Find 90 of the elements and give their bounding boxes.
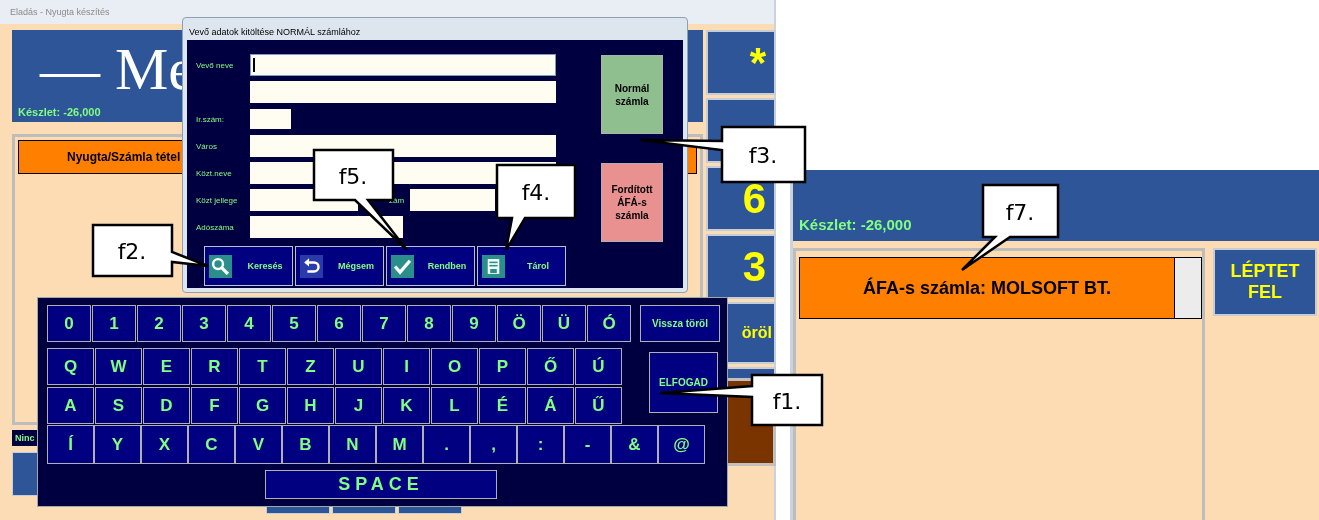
keyboard-key[interactable]: Z <box>287 348 334 385</box>
keyboard-key[interactable]: Ú <box>575 348 622 385</box>
keyboard-key[interactable]: 3 <box>182 305 226 342</box>
keyboard-key[interactable]: É <box>479 387 526 424</box>
keyboard-key[interactable]: & <box>611 425 658 464</box>
stock-label: Készlet: -26,000 <box>18 106 101 118</box>
keyboard-key[interactable]: : <box>517 425 564 464</box>
invoice-type-button[interactable]: Fordított ÁFÁ-s számla <box>601 163 663 242</box>
keyboard-key[interactable]: - <box>564 425 611 464</box>
keyboard-key[interactable]: Ő <box>527 348 574 385</box>
field-label: Ir.szám: <box>196 114 225 124</box>
keyboard-key[interactable]: E <box>143 348 190 385</box>
keyboard-key[interactable]: X <box>141 425 188 464</box>
scroll-cell <box>1175 258 1201 318</box>
keyboard-key[interactable]: O <box>431 348 478 385</box>
check-icon <box>391 254 414 278</box>
keyboard-key[interactable]: M <box>376 425 423 464</box>
keyboard-key[interactable]: Q <box>47 348 94 385</box>
input-field[interactable] <box>410 189 496 211</box>
action-button[interactable]: Rendben <box>386 246 475 286</box>
action-button[interactable]: Mégsem <box>295 246 384 286</box>
keyboard-key[interactable]: 5 <box>272 305 316 342</box>
keyboard-key[interactable]: 7 <box>362 305 406 342</box>
floppy-icon <box>482 254 505 278</box>
keyboard-key[interactable]: H <box>287 387 334 424</box>
action-button[interactable]: Keresés <box>204 246 293 286</box>
keyboard-key[interactable]: Ü <box>542 305 586 342</box>
list-header: ÁFA-s számla: MOLSOFT BT. <box>800 258 1176 318</box>
field-label: Város <box>196 141 218 151</box>
keyboard-key[interactable]: @ <box>658 425 705 464</box>
keyboard-key[interactable]: T <box>239 348 286 385</box>
search-icon <box>209 254 232 278</box>
keyboard-key[interactable]: B <box>282 425 329 464</box>
keyboard-key[interactable]: 0 <box>47 305 91 342</box>
keyboard-key[interactable]: . <box>423 425 470 464</box>
field-label: Adószáma <box>196 222 235 232</box>
input-field[interactable] <box>250 216 403 238</box>
keyboard-key[interactable]: 9 <box>452 305 496 342</box>
keyboard-key[interactable]: G <box>239 387 286 424</box>
keyboard-key[interactable]: S <box>95 387 142 424</box>
keyboard-key[interactable]: 4 <box>227 305 271 342</box>
callout-label: f1. <box>772 389 802 414</box>
keyboard-key[interactable]: Ű <box>575 387 622 424</box>
keyboard-key[interactable]: Ö <box>497 305 541 342</box>
keyboard-key[interactable]: Í <box>47 425 94 464</box>
keyboard-key[interactable]: 6 <box>317 305 361 342</box>
enter-key[interactable]: ELFOGAD <box>649 352 718 413</box>
keyboard-key[interactable]: , <box>470 425 517 464</box>
stock-label: Készlet: -26,000 <box>799 216 912 233</box>
keyboard-key[interactable]: K <box>383 387 430 424</box>
keyboard-key[interactable]: N <box>329 425 376 464</box>
field-label: Közt jellege <box>196 195 239 205</box>
keyboard-key[interactable]: Ó <box>587 305 631 342</box>
status-text: Ninc <box>12 430 38 446</box>
input-field[interactable] <box>250 109 291 129</box>
callout-label: f7. <box>1005 200 1035 225</box>
keyboard-key[interactable]: F <box>191 387 238 424</box>
keyboard-key[interactable]: P <box>479 348 526 385</box>
keyboard-key[interactable]: Á <box>527 387 574 424</box>
keyboard-key[interactable]: 1 <box>92 305 136 342</box>
keyboard-key[interactable]: V <box>235 425 282 464</box>
invoice-type-button[interactable]: Normál számla <box>601 55 663 134</box>
keyboard-key[interactable]: R <box>191 348 238 385</box>
input-field[interactable] <box>250 81 556 103</box>
text-cursor <box>253 58 255 72</box>
keyboard-key[interactable]: D <box>143 387 190 424</box>
keyboard-key[interactable]: J <box>335 387 382 424</box>
space-key[interactable]: SPACE <box>265 470 497 499</box>
backspace-key[interactable]: Vissza töröl <box>640 305 720 342</box>
keyboard-key[interactable]: A <box>47 387 94 424</box>
keyboard-key[interactable]: C <box>188 425 235 464</box>
input-field[interactable] <box>250 135 556 157</box>
keyboard-key[interactable]: I <box>383 348 430 385</box>
step-up-button[interactable]: LÉPTET FEL <box>1213 248 1317 316</box>
undo-icon <box>300 254 323 278</box>
callout-label: f3. <box>748 143 778 168</box>
keyboard-key[interactable]: U <box>335 348 382 385</box>
callout-label: f4. <box>521 180 551 205</box>
keyboard-key[interactable]: W <box>95 348 142 385</box>
keyboard-key[interactable]: L <box>431 387 478 424</box>
field-label: Vevő neve <box>196 60 235 70</box>
keypad-key[interactable]: * <box>706 30 776 95</box>
keyboard-key[interactable]: 2 <box>137 305 181 342</box>
input-field[interactable] <box>250 54 556 76</box>
keyboard-key[interactable]: 8 <box>407 305 451 342</box>
keyboard-key[interactable]: Y <box>94 425 141 464</box>
keypad-key[interactable]: 3 <box>706 234 776 299</box>
callout-label: f2. <box>117 239 147 264</box>
dialog-title: Vevő adatok kitöltése NORMÁL számlához <box>188 26 362 39</box>
action-button[interactable]: Tárol <box>477 246 566 286</box>
